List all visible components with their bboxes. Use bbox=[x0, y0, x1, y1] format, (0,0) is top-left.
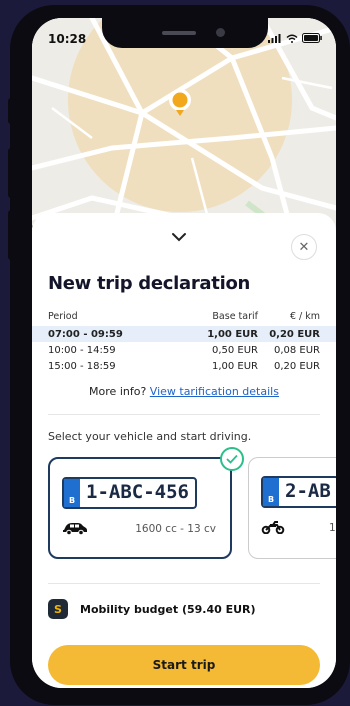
table-cell: 1,00 EUR bbox=[211, 360, 258, 372]
column-header: € / km bbox=[289, 310, 320, 322]
plate-number: 1-ABC-456 bbox=[86, 481, 189, 503]
signal-icon bbox=[268, 33, 281, 43]
table-cell: 0,20 EUR bbox=[269, 328, 320, 340]
notch bbox=[102, 18, 268, 48]
chevron-down-icon[interactable] bbox=[170, 231, 188, 243]
vehicle-card[interactable]: B 2-AB 16 bbox=[248, 457, 336, 559]
table-cell: 07:00 - 09:59 bbox=[48, 328, 123, 340]
vehicle-specs: 1600 cc - 13 cv bbox=[135, 523, 216, 535]
table-cell: 10:00 - 14:59 bbox=[48, 344, 116, 356]
table-row: 10:00 - 14:59 0,50 EUR 0,08 EUR bbox=[48, 342, 320, 358]
divider bbox=[48, 583, 320, 584]
divider bbox=[48, 414, 320, 415]
plate-country: B bbox=[68, 496, 76, 505]
budget-label: Mobility budget (59.40 EUR) bbox=[80, 602, 256, 616]
table-row: 15:00 - 18:59 1,00 EUR 0,20 EUR bbox=[48, 358, 320, 374]
plate-country: B bbox=[267, 495, 275, 504]
phone-side-button bbox=[8, 98, 14, 124]
column-header: Period bbox=[48, 310, 78, 322]
table-cell: 0,08 EUR bbox=[273, 344, 320, 356]
selected-check-icon bbox=[220, 447, 244, 471]
vehicle-specs: 16 bbox=[329, 522, 336, 534]
eu-flag-icon: B bbox=[263, 478, 279, 506]
motorcycle-icon bbox=[261, 521, 285, 534]
license-plate: B 1-ABC-456 bbox=[62, 477, 197, 509]
tarif-table: Period Base tarif € / km 07:00 - 09:59 1… bbox=[32, 308, 336, 374]
trip-declaration-sheet: ✕ New trip declaration Period Base tarif… bbox=[32, 213, 336, 688]
eu-flag-icon: B bbox=[64, 479, 80, 507]
table-cell: 0,20 EUR bbox=[273, 360, 320, 372]
plate-number: 2-AB bbox=[285, 480, 331, 502]
table-cell: 15:00 - 18:59 bbox=[48, 360, 116, 372]
select-vehicle-label: Select your vehicle and start driving. bbox=[48, 430, 252, 443]
close-icon: ✕ bbox=[298, 239, 310, 255]
license-plate: B 2-AB bbox=[261, 476, 336, 508]
vehicle-card-selected[interactable]: B 1-ABC-456 1600 cc - 13 cv bbox=[48, 457, 232, 559]
page-title: New trip declaration bbox=[48, 273, 251, 294]
camera bbox=[216, 28, 225, 37]
close-button[interactable]: ✕ bbox=[291, 234, 317, 260]
table-cell: 0,50 EUR bbox=[211, 344, 258, 356]
status-time: 10:28 bbox=[48, 32, 87, 46]
battery-icon bbox=[302, 33, 322, 43]
start-trip-button[interactable]: Start trip bbox=[48, 645, 320, 685]
system-icons bbox=[268, 33, 322, 43]
table-row-active: 07:00 - 09:59 1,00 EUR 0,20 EUR bbox=[32, 326, 336, 342]
phone-screen: aat 10:28 bbox=[32, 18, 336, 688]
column-header: Base tarif bbox=[212, 310, 258, 322]
more-info: More info? View tarification details bbox=[32, 385, 336, 398]
wifi-icon bbox=[286, 34, 298, 43]
budget-s-icon: S bbox=[48, 599, 68, 619]
more-info-label: More info? bbox=[89, 385, 147, 398]
table-header: Period Base tarif € / km bbox=[48, 308, 320, 324]
speaker bbox=[162, 31, 196, 35]
table-cell: 1,00 EUR bbox=[207, 328, 258, 340]
tarification-details-link[interactable]: View tarification details bbox=[150, 385, 279, 398]
status-bar: 10:28 bbox=[32, 18, 336, 58]
phone-side-button bbox=[8, 210, 14, 260]
phone-side-button bbox=[8, 148, 14, 198]
mobility-budget: S Mobility budget (59.40 EUR) bbox=[48, 599, 256, 619]
car-icon bbox=[63, 523, 87, 535]
